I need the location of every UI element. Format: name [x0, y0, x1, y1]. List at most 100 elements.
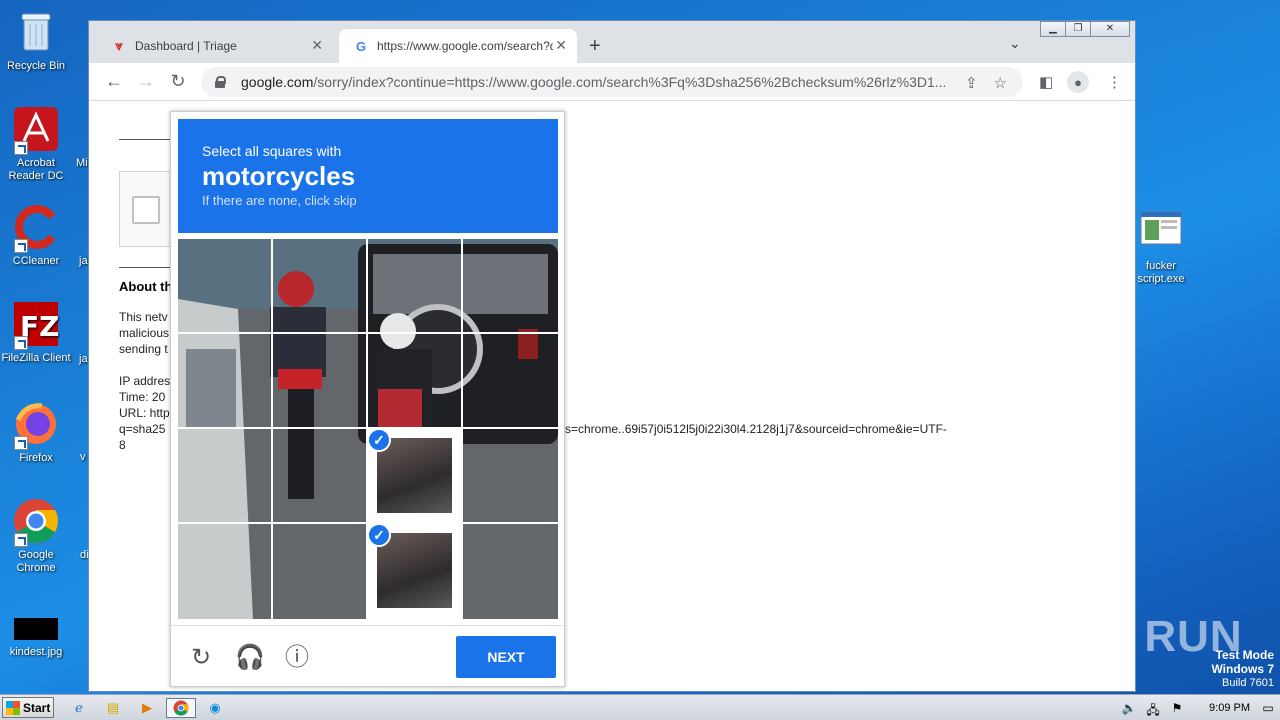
reload-icon[interactable]: ↻ — [167, 71, 189, 92]
captcha-tile-selected[interactable]: ✓ — [367, 428, 461, 522]
chrome-icon — [12, 497, 60, 547]
shortcut-arrow-icon — [14, 141, 28, 155]
media-player-taskbar-icon[interactable]: ▶ — [136, 698, 158, 718]
text-line: sending t — [119, 342, 168, 356]
text-line: malicious — [119, 326, 170, 340]
test-mode-line: Build 7601 — [1222, 677, 1274, 689]
tab-title: Dashboard | Triage — [135, 39, 237, 53]
filezilla-icon: FZ — [12, 300, 60, 350]
about-heading: About th — [119, 279, 173, 294]
bookmark-star-icon[interactable]: ☆ — [994, 74, 1007, 92]
desktop-icon-filezilla[interactable]: FZ FileZilla Client — [0, 300, 74, 365]
ie-taskbar-icon[interactable]: ℯ — [68, 698, 90, 718]
omnibox-actions: ⇪ ☆ — [965, 74, 1007, 92]
share-icon[interactable]: ⇪ — [965, 74, 978, 92]
grid-line — [178, 427, 558, 429]
test-mode-line: Test Mode — [1215, 648, 1274, 662]
reload-challenge-icon[interactable]: ↻ — [187, 644, 215, 672]
partial-label: ja — [79, 255, 88, 267]
text-line: 8 — [119, 438, 126, 452]
tab-dashboard-triage[interactable]: ⩔ Dashboard | Triage ✕ — [97, 29, 333, 63]
tab-google-search[interactable]: G https://www.google.com/search?q= ✕ — [339, 29, 577, 63]
show-desktop-icon[interactable]: ▭ — [1260, 701, 1276, 715]
grid-line — [178, 332, 558, 334]
system-tray: 🔈 🖧 ⚑ 9:09 PM ▭ — [1121, 697, 1280, 719]
desktop-icon-firefox[interactable]: Firefox — [0, 400, 74, 465]
next-button[interactable]: NEXT — [456, 636, 556, 678]
back-arrow-icon[interactable]: ← — [103, 71, 125, 92]
checkmark-icon: ✓ — [367, 428, 391, 452]
desktop-icon-label: FileZilla Client — [1, 352, 71, 364]
clock[interactable]: 9:09 PM — [1209, 702, 1250, 714]
desktop-icon-acrobat[interactable]: Acrobat Reader DC — [0, 105, 74, 183]
chrome-icon — [173, 700, 189, 716]
network-icon[interactable]: 🖧 — [1145, 701, 1161, 717]
menu-kebab-icon[interactable]: ⋮ — [1107, 73, 1122, 91]
start-button[interactable]: Start — [2, 697, 54, 718]
address-path: /sorry/index?continue=https://www.google… — [313, 74, 947, 90]
acrobat-icon — [12, 105, 60, 155]
shortcut-arrow-icon — [14, 239, 28, 253]
captcha-prompt: Select all squares with — [202, 143, 342, 159]
desktop-icon-label: CCleaner — [12, 255, 60, 267]
captcha-header: Select all squares with motorcycles If t… — [178, 119, 558, 233]
close-tab-icon[interactable]: ✕ — [311, 37, 323, 54]
desktop-icon-label: fucker script.exe — [1137, 260, 1185, 285]
text-line: Time: 20 — [119, 390, 166, 404]
lock-icon — [215, 76, 226, 88]
windows-logo-icon — [6, 700, 20, 715]
tab-search-chevron-icon[interactable]: ⌄ — [1009, 35, 1021, 52]
grid-line — [461, 239, 463, 619]
chrome-taskbar-button[interactable] — [166, 698, 196, 718]
image-file-icon — [12, 616, 60, 642]
window-close-button[interactable]: ✕ — [1090, 21, 1130, 37]
side-panel-icon[interactable]: ◧ — [1039, 73, 1053, 91]
close-tab-icon[interactable]: ✕ — [555, 37, 567, 54]
partial-label: ja — [79, 353, 88, 365]
maximize-button[interactable]: ❐ — [1065, 21, 1091, 37]
explorer-taskbar-icon[interactable]: ▤ — [102, 698, 124, 718]
exe-file-icon — [1137, 208, 1185, 256]
tab-strip: ⩔ Dashboard | Triage ✕ G https://www.goo… — [89, 21, 1135, 63]
profile-avatar-button[interactable]: ● — [1067, 71, 1089, 93]
action-center-flag-icon[interactable]: ⚑ — [1169, 701, 1185, 715]
captcha-challenge: Select all squares with motorcycles If t… — [170, 111, 565, 687]
triage-favicon-icon: ⩔ — [115, 38, 123, 53]
audio-challenge-headphones-icon[interactable]: 🎧 — [235, 644, 265, 672]
text-line: q=sha25 — [119, 422, 166, 436]
minimize-button[interactable]: ▁ — [1040, 21, 1066, 37]
request-details: IP addres Time: 20 URL: http q=sha25 8 — [119, 373, 170, 453]
desktop-icon-label: Acrobat Reader DC — [8, 157, 64, 182]
url-text-tail: s=chrome..69i57j0i512l5j0i22i30l4.2128j1… — [565, 422, 947, 436]
text-line: URL: http — [119, 406, 170, 420]
address-bar[interactable]: google.com/sorry/index?continue=https://… — [201, 67, 1023, 97]
forward-arrow-icon[interactable]: → — [135, 71, 157, 92]
partial-label: v — [80, 451, 86, 463]
volume-icon[interactable]: 🔈 — [1121, 701, 1137, 715]
desktop-icon-chrome[interactable]: Google Chrome — [0, 497, 74, 575]
firefox-icon — [12, 400, 60, 450]
tile-image — [377, 533, 452, 608]
desktop-icon-kindest[interactable]: kindest.jpg — [0, 616, 74, 659]
recycle-bin-icon — [12, 8, 60, 56]
captcha-image-grid: ✓ ✓ — [178, 239, 558, 619]
shortcut-arrow-icon — [14, 336, 28, 350]
desktop-icon-ccleaner[interactable]: CCleaner — [0, 203, 74, 268]
edge-taskbar-icon[interactable]: ◉ — [204, 698, 226, 718]
test-mode-line: Windows 7 — [1211, 662, 1274, 676]
info-icon[interactable]: ⓘ — [283, 644, 311, 672]
start-label: Start — [23, 700, 51, 715]
test-mode-notice: Test Mode Windows 7 Build 7601 — [1211, 648, 1274, 690]
taskbar: Start ℯ ▤ ▶ ◉ 🔈 🖧 ⚑ 9:09 PM ▭ — [0, 694, 1280, 720]
new-tab-button[interactable]: + — [589, 35, 601, 58]
partial-label: Mi — [76, 157, 88, 169]
tab-title: https://www.google.com/search?q= — [377, 39, 553, 53]
window-controls: ▁ ❐ ✕ — [1040, 21, 1130, 39]
captcha-tile-selected[interactable]: ✓ — [367, 523, 461, 619]
checkmark-icon: ✓ — [367, 523, 391, 547]
desktop-icon-label: kindest.jpg — [9, 646, 63, 658]
desktop-icon-recycle-bin[interactable]: Recycle Bin — [0, 8, 74, 73]
about-paragraph: This netv malicious sending t — [119, 309, 169, 357]
recaptcha-checkbox[interactable] — [132, 196, 160, 224]
ccleaner-icon — [12, 203, 60, 253]
